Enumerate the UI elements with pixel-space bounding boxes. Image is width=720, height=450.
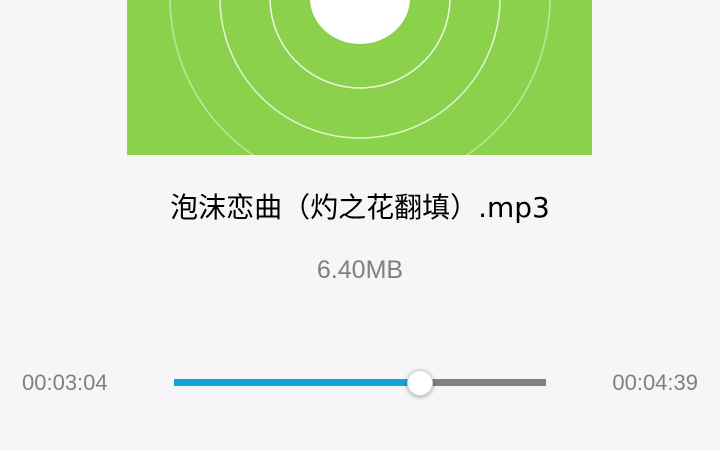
playback-progress-slider[interactable] xyxy=(174,370,546,396)
album-artwork xyxy=(127,0,592,155)
total-time: 00:04:39 xyxy=(612,370,698,395)
music-disc-icon xyxy=(169,0,551,155)
file-size: 6.40MB xyxy=(316,256,404,284)
file-name: 泡沫恋曲（灼之花翻填）.mp3 xyxy=(170,191,550,224)
progress-track[interactable] xyxy=(174,379,546,386)
progress-fill xyxy=(174,379,420,386)
progress-thumb[interactable] xyxy=(406,370,433,396)
elapsed-time: 00:03:04 xyxy=(22,370,108,395)
